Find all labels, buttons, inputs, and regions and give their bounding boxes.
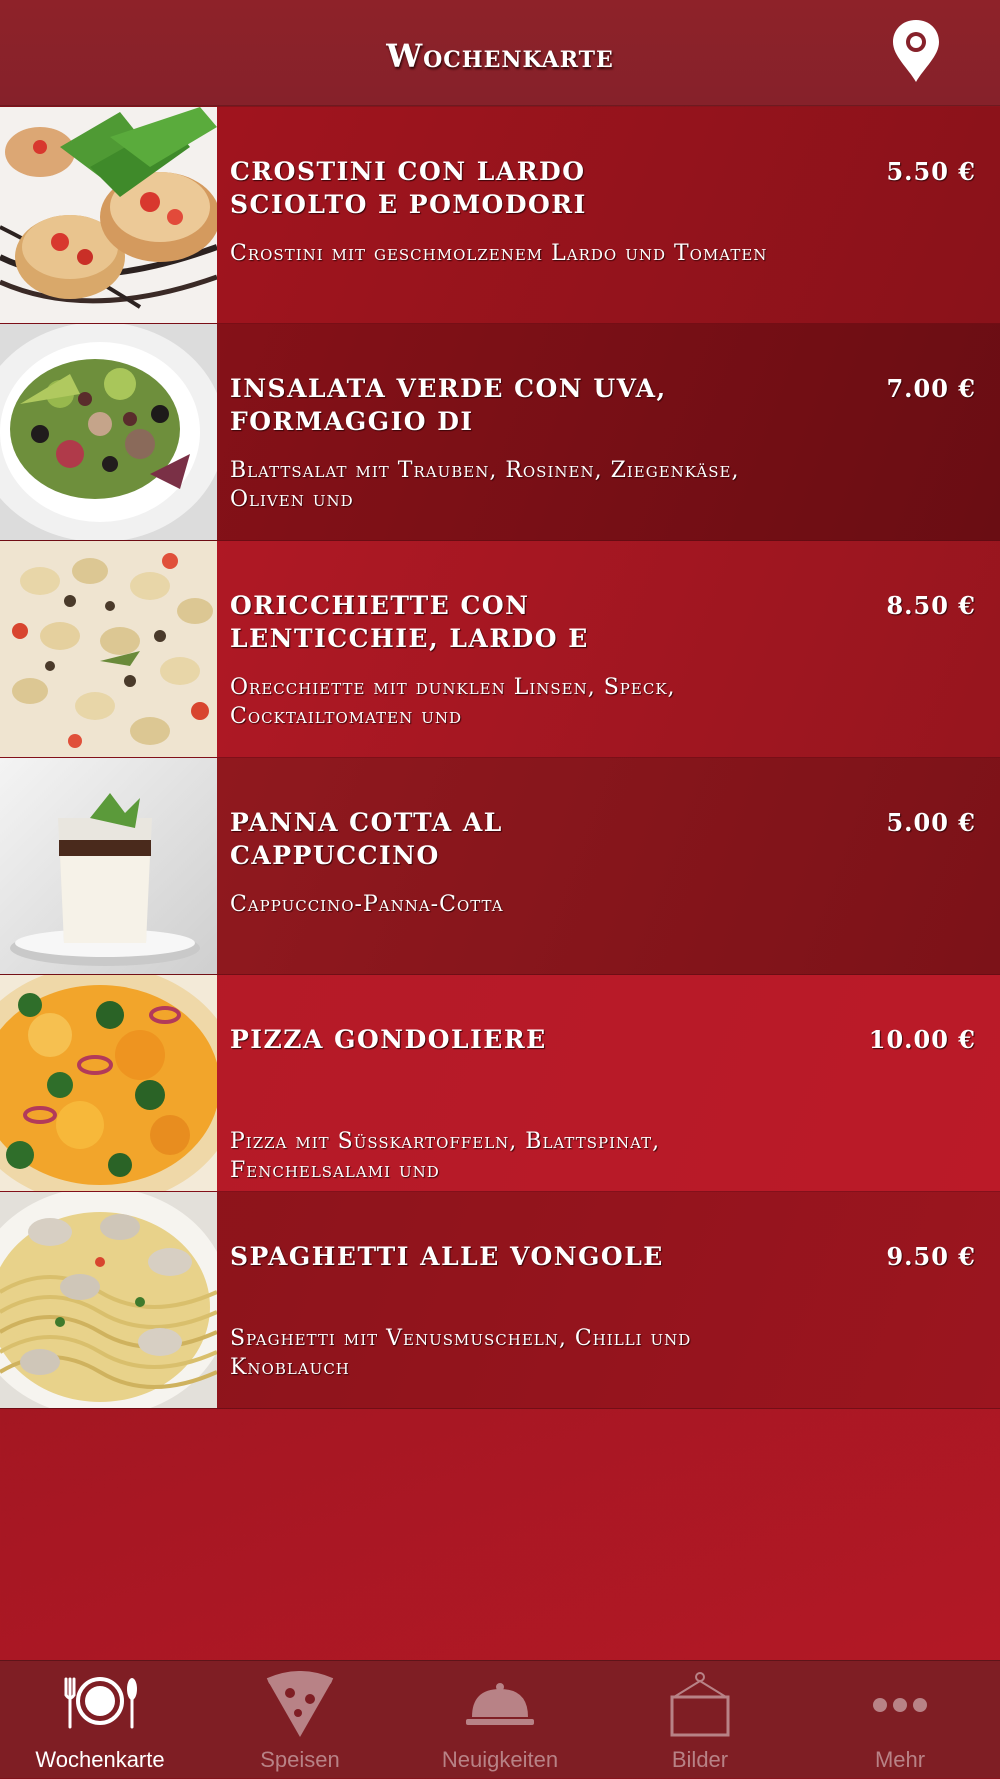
- dish-name: INSALATA VERDE CON UVA, FORMAGGIO DI: [230, 374, 667, 436]
- menu-item[interactable]: SPAGHETTI ALLE VONGOLE 9.50 € Spaghetti …: [0, 1192, 1000, 1409]
- plate-cutlery-icon: [64, 1677, 137, 1729]
- orecchiette-photo: [0, 541, 217, 757]
- tab-bar: Wochenkarte Speisen Neuigkeiten Bilder M…: [0, 1660, 1000, 1778]
- top-bar: Wochenkarte: [0, 0, 1000, 106]
- dish-name: CROSTINI CON LARDO SCIOLTO E POMODORI: [230, 157, 587, 219]
- more-dots-icon: [873, 1698, 927, 1712]
- spaghetti-photo: [0, 1192, 217, 1408]
- dish-description: Pizza mit Süsskartoffeln, Blattspinat, F…: [230, 1129, 661, 1183]
- tab-speisen[interactable]: Speisen: [200, 1661, 400, 1779]
- dish-price: 8.50 €: [886, 591, 976, 620]
- pizza-photo: [0, 975, 217, 1191]
- menu-item[interactable]: CROSTINI CON LARDO SCIOLTO E POMODORI 5.…: [0, 107, 1000, 324]
- dish-description: Blattsalat mit Trauben, Rosinen, Ziegenk…: [230, 458, 740, 512]
- dish-price: 7.00 €: [886, 374, 976, 403]
- menu-list: CROSTINI CON LARDO SCIOLTO E POMODORI 5.…: [0, 107, 1000, 1409]
- dish-name: PIZZA GONDOLIERE: [230, 1025, 547, 1054]
- tab-neuigkeiten[interactable]: Neuigkeiten: [400, 1661, 600, 1779]
- dish-description: Spaghetti mit Venusmuscheln, Chilli und …: [230, 1326, 692, 1380]
- crostini-photo: [0, 107, 217, 323]
- dish-name: PANNA COTTA AL CAPPUCCINO: [230, 808, 503, 870]
- dish-description: Crostini mit geschmolzenem Lardo und Tom…: [230, 241, 768, 266]
- page-title: Wochenkarte: [386, 37, 614, 75]
- tab-label: Bilder: [671, 1747, 729, 1772]
- dish-price: 5.50 €: [886, 157, 976, 186]
- dish-price: 10.00 €: [868, 1025, 976, 1054]
- dish-name: SPAGHETTI ALLE VONGOLE: [230, 1242, 664, 1271]
- tab-label: Speisen: [260, 1747, 340, 1772]
- panna-cotta-photo: [0, 758, 217, 974]
- cloche-icon: [466, 1683, 534, 1725]
- salad-photo: [0, 324, 217, 540]
- menu-item[interactable]: PANNA COTTA AL CAPPUCCINO 5.00 € Cappucc…: [0, 758, 1000, 975]
- dish-name: ORICCHIETTE CON LENTICCHIE, LARDO E: [230, 591, 589, 653]
- tab-label: Wochenkarte: [35, 1747, 165, 1772]
- tab-label: Neuigkeiten: [441, 1747, 559, 1772]
- map-pin-icon[interactable]: [884, 16, 948, 86]
- tab-mehr[interactable]: Mehr: [800, 1661, 1000, 1779]
- tab-bilder[interactable]: Bilder: [600, 1661, 800, 1779]
- dish-price: 9.50 €: [886, 1242, 976, 1271]
- menu-item[interactable]: INSALATA VERDE CON UVA, FORMAGGIO DI 7.0…: [0, 324, 1000, 541]
- dish-description: Cappuccino-Panna-Cotta: [230, 892, 504, 917]
- menu-item[interactable]: ORICCHIETTE CON LENTICCHIE, LARDO E 8.50…: [0, 541, 1000, 758]
- dish-price: 5.00 €: [886, 808, 976, 837]
- dish-description: Orecchiette mit dunklen Linsen, Speck, C…: [230, 675, 676, 729]
- tab-label: Mehr: [874, 1747, 926, 1772]
- tab-wochenkarte[interactable]: Wochenkarte: [0, 1661, 200, 1779]
- menu-item[interactable]: PIZZA GONDOLIERE 10.00 € Pizza mit Süssk…: [0, 975, 1000, 1192]
- pizza-slice-icon: [266, 1671, 334, 1737]
- picture-frame-icon: [670, 1672, 730, 1737]
